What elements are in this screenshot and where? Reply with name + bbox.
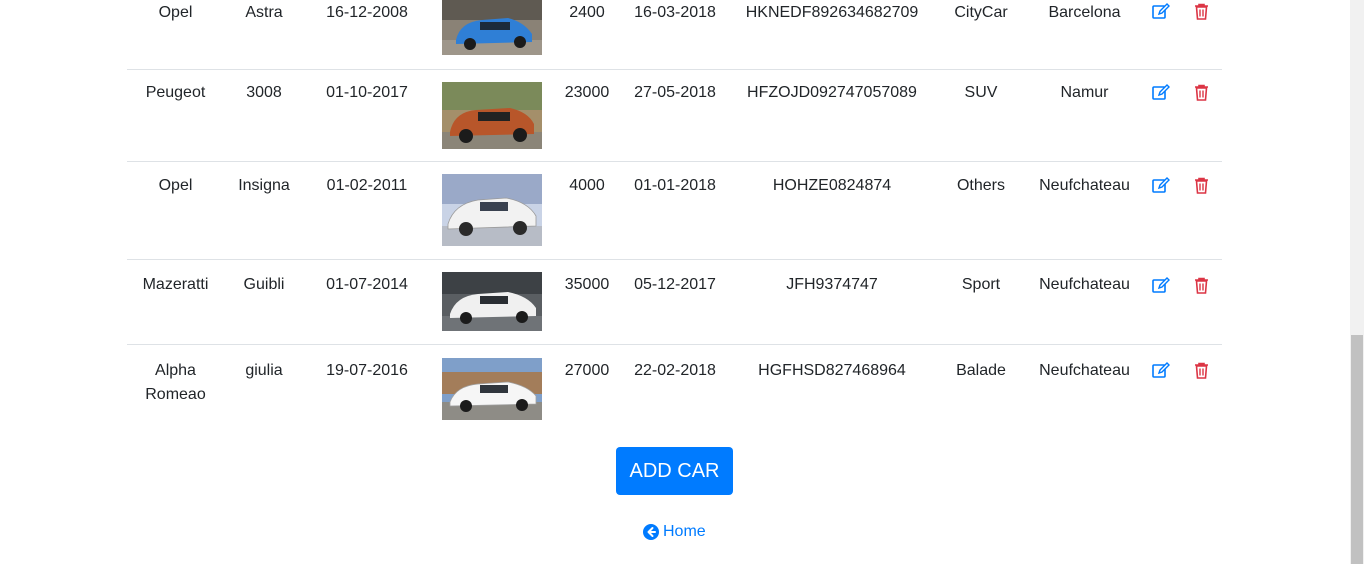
edit-icon xyxy=(1152,276,1170,293)
car-kilometers: 35000 xyxy=(564,275,610,293)
trash-icon xyxy=(1195,3,1208,20)
page: Opel Astra 16-12-2008 2400 16-03-2018 HK… xyxy=(0,0,1350,564)
trash-icon xyxy=(1195,84,1208,101)
car-purchase-date: 05-12-2017 xyxy=(634,275,716,293)
car-purchase-date: 16-03-2018 xyxy=(634,4,716,21)
add-car-button[interactable]: ADD CAR xyxy=(616,447,733,495)
car-category: SUV xyxy=(964,83,998,101)
car-first-registration: 19-07-2016 xyxy=(326,361,408,379)
trash-icon xyxy=(1195,277,1208,294)
scrollbar-thumb[interactable] xyxy=(1351,335,1363,564)
cars-table: Opel Astra 16-12-2008 2400 16-03-2018 HK… xyxy=(127,0,1222,428)
car-brand: Peugeot xyxy=(145,83,206,101)
car-brand: Mazeratti xyxy=(142,275,209,293)
car-vin: JFH9374747 xyxy=(786,275,878,293)
trash-icon xyxy=(1195,177,1208,194)
home-link[interactable]: Home xyxy=(643,522,706,542)
car-location: Namur xyxy=(1060,83,1109,101)
car-brand: Alpha Romeao xyxy=(145,361,206,403)
car-model: Guibli xyxy=(243,275,285,293)
car-thumbnail xyxy=(442,173,542,246)
car-kilometers: 2400 xyxy=(569,4,605,21)
edit-button[interactable] xyxy=(1152,276,1170,294)
car-location: Neufchateau xyxy=(1039,275,1130,293)
car-brand: Opel xyxy=(158,4,193,21)
car-vin: HGFHSD827468964 xyxy=(758,361,906,379)
delete-button[interactable] xyxy=(1194,362,1209,379)
delete-button[interactable] xyxy=(1194,177,1209,194)
table-row: Opel Insigna 01-02-2011 4000 01-01-2018 … xyxy=(127,161,1222,259)
car-category: Others xyxy=(956,176,1005,194)
car-purchase-date: 27-05-2018 xyxy=(634,83,716,101)
car-vin: HOHZE0824874 xyxy=(772,176,892,194)
edit-icon xyxy=(1152,361,1170,378)
car-model: Insigna xyxy=(238,176,290,194)
car-thumbnail xyxy=(442,357,542,420)
edit-button[interactable] xyxy=(1152,83,1170,101)
car-first-registration: 01-02-2011 xyxy=(326,176,408,194)
car-model: giulia xyxy=(245,361,283,379)
car-kilometers: 27000 xyxy=(564,361,610,379)
car-thumbnail xyxy=(442,81,542,149)
table-row: Opel Astra 16-12-2008 2400 16-03-2018 HK… xyxy=(127,0,1222,69)
car-brand: Opel xyxy=(158,176,193,194)
trash-icon xyxy=(1195,362,1208,379)
edit-icon xyxy=(1152,176,1170,193)
car-first-registration: 16-12-2008 xyxy=(326,4,408,21)
table-row: Mazeratti Guibli 01-07-2014 35000 05-12-… xyxy=(127,259,1222,344)
car-kilometers: 23000 xyxy=(564,83,610,101)
table-row: Alpha Romeao giulia 19-07-2016 27000 22-… xyxy=(127,344,1222,428)
edit-icon xyxy=(1152,3,1170,19)
car-thumbnail xyxy=(442,271,542,331)
car-thumbnail xyxy=(442,0,542,55)
car-model: 3008 xyxy=(246,83,282,101)
car-model: Astra xyxy=(245,4,283,21)
delete-button[interactable] xyxy=(1194,3,1209,20)
arrow-circle-left-icon xyxy=(643,524,659,540)
car-first-registration: 01-07-2014 xyxy=(326,275,408,293)
car-location: Barcelona xyxy=(1048,4,1121,21)
delete-button[interactable] xyxy=(1194,84,1209,101)
car-vin: HFZOJD092747057089 xyxy=(747,83,917,101)
car-category: CityCar xyxy=(954,4,1008,21)
edit-button[interactable] xyxy=(1152,361,1170,379)
car-location: Neufchateau xyxy=(1039,361,1130,379)
car-purchase-date: 01-01-2018 xyxy=(634,176,716,194)
table-row: Peugeot 3008 01-10-2017 23000 27-05-2018… xyxy=(127,69,1222,161)
car-first-registration: 01-10-2017 xyxy=(326,83,408,101)
car-category: Sport xyxy=(961,275,1001,293)
car-location: Neufchateau xyxy=(1039,176,1130,194)
delete-button[interactable] xyxy=(1194,277,1209,294)
car-purchase-date: 22-02-2018 xyxy=(634,361,716,379)
home-link-label: Home xyxy=(663,523,706,540)
edit-icon xyxy=(1152,83,1170,100)
edit-button[interactable] xyxy=(1152,3,1170,20)
car-category: Balade xyxy=(956,361,1006,379)
car-vin: HKNEDF892634682709 xyxy=(745,4,919,21)
edit-button[interactable] xyxy=(1152,176,1170,194)
car-kilometers: 4000 xyxy=(569,176,605,194)
